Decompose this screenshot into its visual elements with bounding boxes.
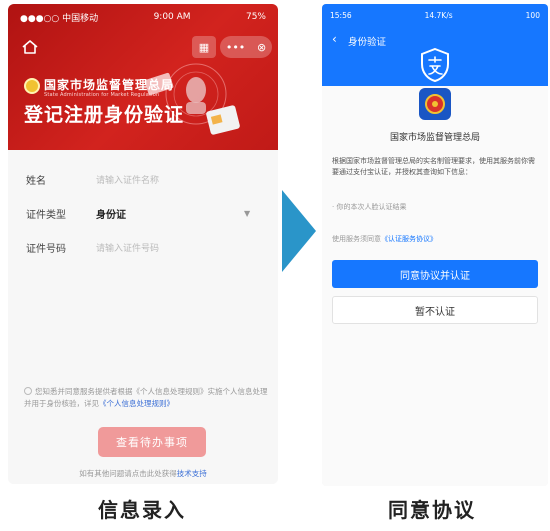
back-chevron-icon[interactable]: ‹ — [332, 32, 337, 46]
emblem-icon — [425, 94, 445, 114]
battery-text: 75% — [245, 12, 266, 22]
caret-down-icon[interactable]: ▼ — [244, 209, 250, 218]
agree-and-verify-button[interactable]: 同意协议并认证 — [332, 260, 538, 288]
id-number-input[interactable]: 请输入证件号码 — [96, 241, 159, 254]
help-text: 如有其他问题请点击此处获得技术支持 — [8, 468, 278, 479]
auth-description: 根据国家市场监督管理总局的实名制管理要求，使用其服务前你需要通过支付宝认证，并授… — [332, 157, 535, 176]
qr-code-icon[interactable]: ▦ — [192, 36, 216, 58]
consent-body: 国家市场监督管理总局 根据国家市场监督管理总局的实名制管理要求，使用其服务前你需… — [322, 86, 548, 486]
service-agreement-link[interactable]: 《认证服务协议》 — [381, 235, 437, 243]
samr-app-icon — [419, 88, 451, 120]
id-number-label: 证件号码 — [26, 243, 66, 255]
consent-radio[interactable] — [24, 387, 32, 395]
help-prefix: 如有其他问题请点击此处获得 — [79, 469, 177, 478]
flow-arrow-icon — [282, 190, 316, 272]
status-bar: ●●●○○ 中国移动 9:00 AM 75% — [8, 4, 278, 30]
decline-button[interactable]: 暂不认证 — [332, 296, 538, 324]
privacy-rules-link[interactable]: 《个人信息处理规则》 — [99, 399, 174, 408]
miniprogram-capsule[interactable]: ••• ⊗ — [220, 36, 272, 58]
right-phone-screen: 15:56 14.7K/s 100 ‹ 身份验证 国家市场监督管理总局 根据国家… — [322, 4, 548, 486]
more-icon[interactable]: ••• — [226, 41, 245, 54]
view-pending-button[interactable]: 查看待办事项 — [98, 427, 206, 457]
left-phone-screen: ●●●○○ 中国移动 9:00 AM 75% ▦ ••• ⊗ 国家市场监督管理总… — [8, 4, 278, 484]
caption-agree-protocol: 同意协议 — [388, 498, 476, 522]
id-type-field[interactable]: 证件类型 身份证 ▼ — [8, 196, 278, 230]
agreement-prefix: 使用服务须同意 — [332, 235, 381, 243]
id-type-label: 证件类型 — [26, 209, 66, 221]
org-name: 国家市场监督管理总局 — [389, 133, 480, 143]
org-name-en: State Administration for Market Regulati… — [44, 92, 160, 98]
page-title: 登记注册身份验证 — [24, 104, 185, 126]
id-number-field[interactable]: 证件号码 请输入证件号码 — [8, 230, 278, 264]
name-input[interactable]: 请输入证件名称 — [96, 173, 159, 186]
caption-info-entry: 信息录入 — [98, 498, 186, 522]
clock-text: 9:00 AM — [153, 12, 191, 22]
network-speed: 14.7K/s — [424, 10, 453, 20]
alipay-shield-icon — [421, 48, 449, 82]
auth-scope-item: · 你的本次人脸认证结果 — [332, 203, 407, 211]
clock-text: 15:56 — [330, 10, 352, 20]
name-field[interactable]: 姓名 请输入证件名称 — [8, 162, 278, 196]
tech-support-link[interactable]: 技术支持 — [177, 469, 207, 478]
carrier-text: ●●●○○ 中国移动 — [20, 13, 99, 24]
consent-text: 您知悉并同意服务提供者根据《个人信息处理规则》实施个人信息处理并用于身份核验，详… — [24, 386, 268, 410]
org-name: 国家市场监督管理总局 — [44, 78, 175, 92]
home-icon[interactable] — [22, 40, 38, 54]
nav-title: 身份验证 — [348, 37, 387, 48]
national-emblem-icon — [24, 78, 40, 94]
agreement-text: 使用服务须同意《认证服务协议》 — [332, 234, 437, 244]
verification-form: 姓名 请输入证件名称 证件类型 身份证 ▼ 证件号码 请输入证件号码 您知悉并同… — [8, 150, 278, 484]
status-bar: 15:56 14.7K/s 100 — [322, 4, 548, 26]
id-type-select[interactable]: 身份证 — [96, 206, 126, 221]
battery-text: 100 — [525, 10, 540, 20]
name-label: 姓名 — [26, 175, 46, 187]
close-icon[interactable]: ⊗ — [257, 41, 266, 54]
